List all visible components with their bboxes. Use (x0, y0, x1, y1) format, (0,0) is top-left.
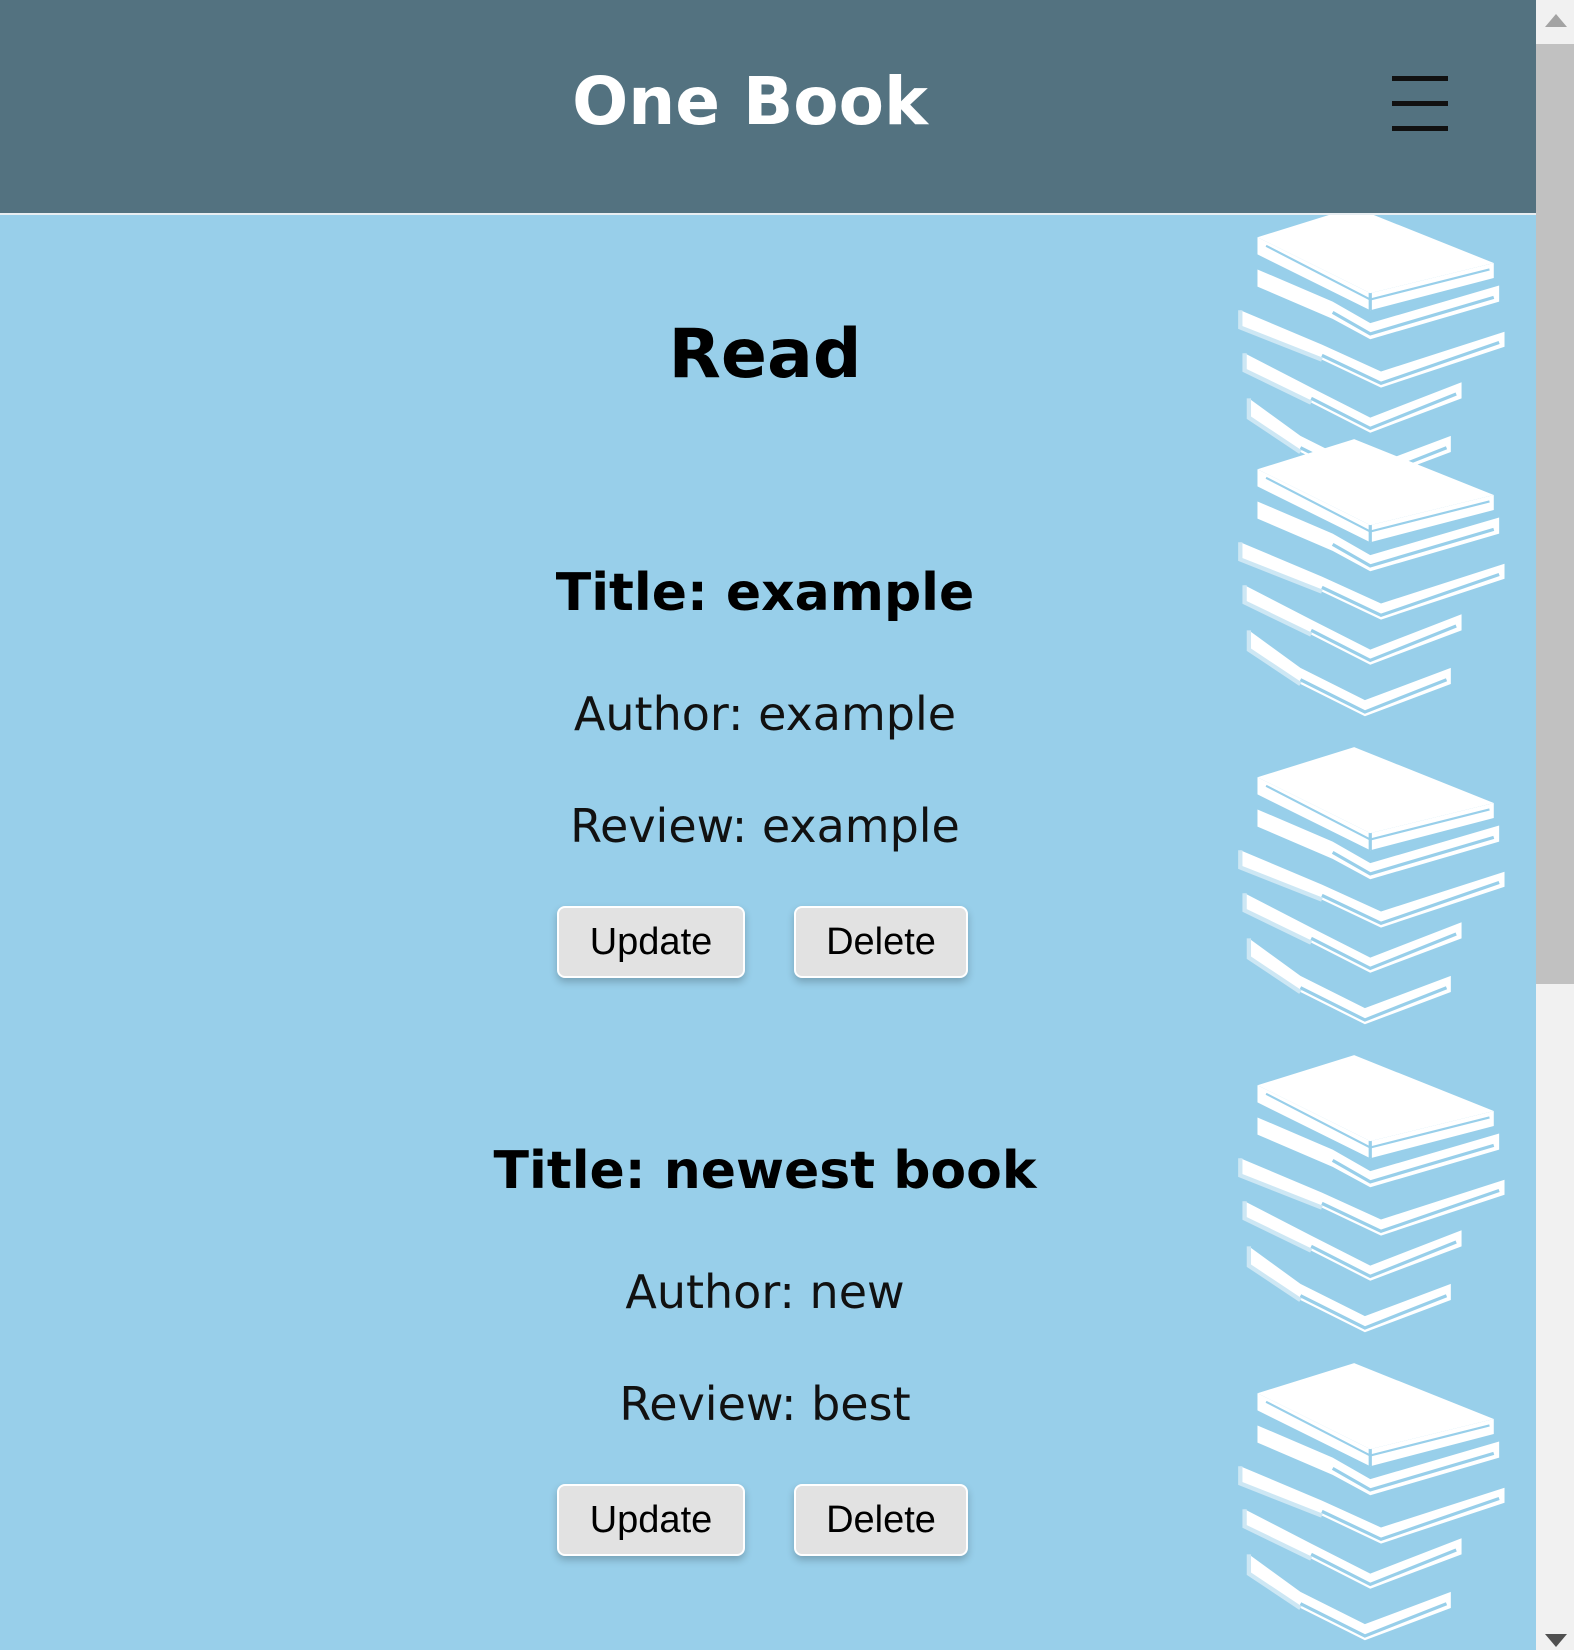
app-title: One Book (572, 63, 928, 140)
vertical-scrollbar[interactable] (1536, 0, 1574, 1650)
delete-button[interactable]: Delete (794, 1484, 968, 1556)
book-actions: Update Delete (0, 906, 1530, 980)
main-content: Read Title: example Author: example Revi… (0, 215, 1536, 1650)
app-header: One Book (0, 0, 1536, 215)
section-title: Read (668, 315, 862, 394)
book-stack-icon (1236, 745, 1526, 1035)
book-author: Author: new (625, 1265, 905, 1319)
update-button[interactable]: Update (557, 906, 745, 978)
scroll-up-arrow-icon[interactable] (1545, 14, 1567, 27)
scrollbar-thumb[interactable] (1536, 44, 1574, 984)
book-title: Title: example (555, 563, 975, 623)
book-author: Author: example (573, 687, 957, 741)
scroll-down-arrow-icon[interactable] (1545, 1634, 1567, 1647)
book-actions: Update Delete (0, 1484, 1530, 1558)
book-title: Title: newest book (493, 1141, 1037, 1201)
book-review: Review: example (570, 799, 960, 853)
delete-button[interactable]: Delete (794, 906, 968, 978)
hamburger-menu-icon[interactable] (1392, 76, 1448, 132)
book-review: Review: best (619, 1377, 911, 1431)
update-button[interactable]: Update (557, 1484, 745, 1556)
